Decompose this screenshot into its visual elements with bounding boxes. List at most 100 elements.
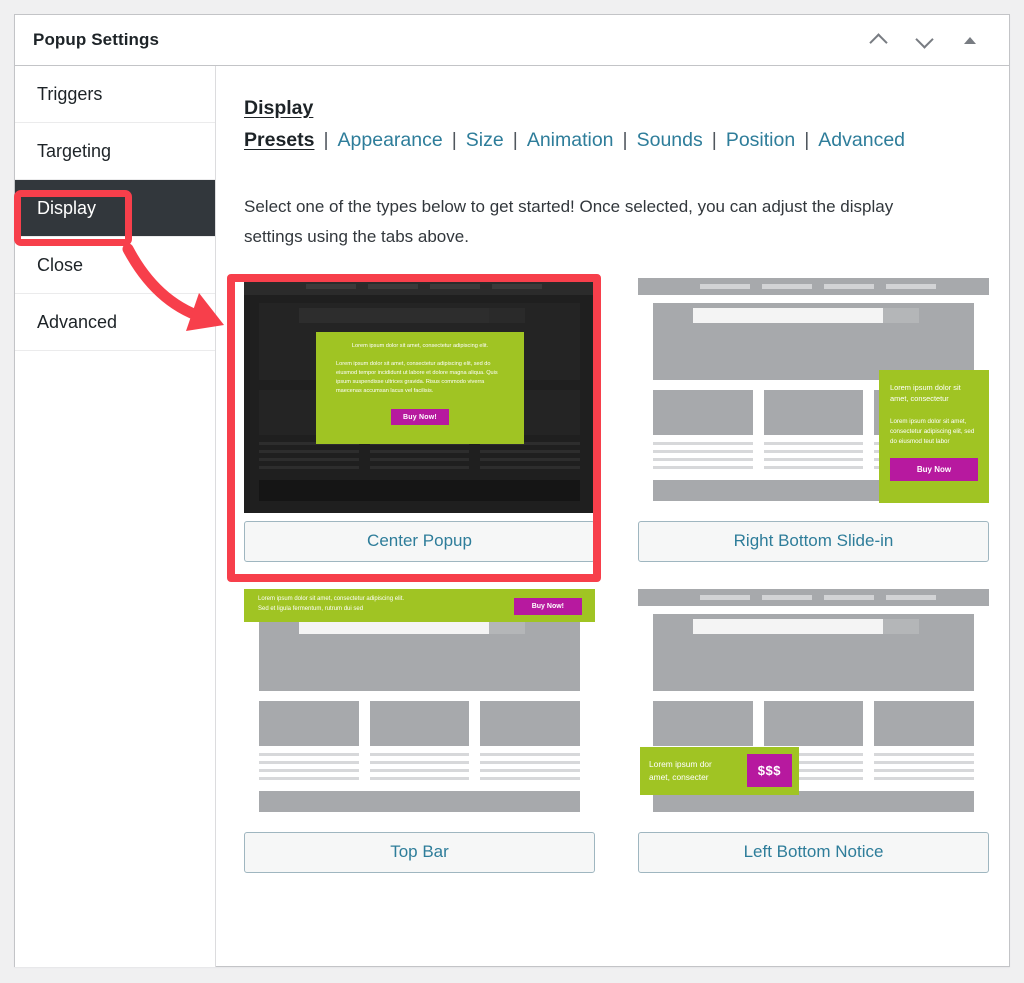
wireframe-column: [480, 700, 581, 785]
preset-preview-left-bottom-notice: Lorem ipsum dor amet, consecter $$$: [638, 588, 989, 824]
wireframe-nav-link: [700, 283, 750, 289]
wireframe-nav-link: [824, 594, 874, 600]
move-down-button[interactable]: [909, 25, 939, 55]
mock-popup-button-wrap: Buy Now!: [328, 406, 512, 426]
preset-left-bottom-notice[interactable]: Lorem ipsum dor amet, consecter $$$ Left…: [638, 588, 989, 873]
tab-separator: |: [451, 129, 457, 151]
panel-header: Popup Settings: [15, 15, 1009, 66]
wireframe-text-lines: [763, 441, 864, 469]
settings-sidebar: Triggers Targeting Display Close Advance…: [15, 66, 216, 967]
wireframe-text-lines: [480, 441, 581, 469]
wireframe-nav-link: [306, 283, 356, 289]
preset-center-popup[interactable]: Lorem ipsum dolor sit amet, consectetur …: [244, 277, 595, 562]
mock-popup-line-2: amet, consecter: [649, 771, 709, 782]
mock-buy-now-button: Buy Now!: [513, 598, 582, 615]
wireframe-nav-link: [700, 594, 750, 600]
sidebar-item-display[interactable]: Display: [15, 180, 215, 237]
preset-preview-right-bottom-slide-in: Lorem ipsum dolor sit amet, consectetur …: [638, 277, 989, 513]
wireframe-text-lines: [653, 441, 753, 469]
tab-size[interactable]: Size: [466, 129, 504, 151]
wireframe-search-field: [693, 307, 883, 323]
mock-popup-body: Lorem ipsum dolor sit amet, consectetur …: [890, 417, 975, 445]
wireframe-nav-link: [430, 283, 480, 289]
mock-popup-line-1: Lorem ipsum dor: [649, 759, 712, 770]
sidebar-item-targeting[interactable]: Targeting: [15, 123, 215, 180]
wireframe-page: [244, 588, 595, 824]
mock-popup-button-wrap: Buy Now!: [513, 595, 582, 615]
wireframe-nav-link: [824, 283, 874, 289]
mock-popup-heading: Lorem ipsum dolor sit amet, consectetur: [890, 382, 961, 403]
tab-advanced[interactable]: Advanced: [818, 129, 905, 151]
popup-settings-panel: Popup Settings Triggers Targeting Displa…: [14, 14, 1010, 967]
preset-preview-top-bar: Lorem ipsum dolor sit amet, consectetur …: [244, 588, 595, 824]
wireframe-image: [480, 700, 581, 746]
preset-top-bar[interactable]: Lorem ipsum dolor sit amet, consectetur …: [244, 588, 595, 873]
preset-label-center-popup[interactable]: Center Popup: [244, 520, 595, 562]
preset-label-left-bottom-notice[interactable]: Left Bottom Notice: [638, 831, 989, 873]
wireframe-search-field: [693, 618, 883, 634]
chevron-up-icon: [871, 33, 886, 48]
wireframe-navbar: [638, 277, 989, 295]
mock-popup-button-wrap: Buy Now: [890, 457, 978, 481]
wireframe-search-button: [883, 618, 919, 634]
wireframe-image: [259, 700, 359, 746]
wireframe-text-lines: [369, 752, 470, 780]
wireframe-image: [653, 700, 753, 746]
sidebar-item-triggers[interactable]: Triggers: [15, 66, 215, 123]
intro-text: Select one of the types below to get sta…: [244, 197, 894, 246]
sidebar-item-advanced[interactable]: Advanced: [15, 294, 215, 351]
tab-separator: |: [512, 129, 518, 151]
wireframe-search-button: [883, 307, 919, 323]
wireframe-column: [653, 389, 753, 474]
mock-center-popup: Lorem ipsum dolor sit amet, consectetur …: [316, 331, 524, 444]
preset-right-bottom-slide-in[interactable]: Lorem ipsum dolor sit amet, consectetur …: [638, 277, 989, 562]
tab-sounds[interactable]: Sounds: [637, 129, 703, 151]
wireframe-nav-link: [886, 594, 936, 600]
wireframe-nav-link: [762, 594, 812, 600]
sidebar-item-close[interactable]: Close: [15, 237, 215, 294]
page-title: Popup Settings: [33, 30, 160, 49]
tab-animation[interactable]: Animation: [527, 129, 614, 151]
wireframe-image: [763, 700, 864, 746]
mock-popup-button-wrap: $$$: [746, 754, 792, 787]
wireframe-text-lines: [480, 752, 581, 780]
mock-slide-in-popup: Lorem ipsum dolor sit amet, consectetur …: [879, 369, 989, 503]
toggle-panel-button[interactable]: [955, 25, 985, 55]
wireframe-text-lines: [259, 441, 359, 469]
wireframe-column: [763, 389, 864, 474]
wireframe-text-lines: [259, 752, 359, 780]
mock-popup-line-1: Lorem ipsum dolor sit amet, consectetur …: [258, 596, 405, 603]
wireframe-search-button: [489, 307, 525, 323]
wireframe-image: [874, 700, 975, 746]
settings-content: Display Presets | Appearance | Size | Animatio…: [216, 66, 1017, 967]
wireframe-text-lines: [874, 752, 975, 780]
triangle-up-icon: [964, 36, 976, 44]
mock-buy-now-button: Buy Now!: [391, 409, 449, 426]
tab-position[interactable]: Position: [726, 129, 795, 151]
mock-popup-body: Lorem ipsum dolor sit amet, consectetur …: [336, 361, 498, 395]
tab-separator: |: [804, 129, 810, 151]
tab-separator: |: [323, 129, 329, 151]
move-up-button[interactable]: [863, 25, 893, 55]
chevron-down-icon: [917, 33, 932, 48]
wireframe-nav-link: [368, 283, 418, 289]
preset-label-right-bottom-slide-in[interactable]: Right Bottom Slide-in: [638, 520, 989, 562]
mock-buy-now-button: Buy Now: [890, 457, 978, 481]
tab-appearance[interactable]: Appearance: [338, 129, 443, 151]
tab-display-presets[interactable]: Display Presets: [244, 97, 314, 151]
wireframe-columns: [259, 700, 581, 785]
mock-popup-text: Lorem ipsum dolor sit amet, consectetur …: [258, 595, 404, 614]
wireframe-navbar: [244, 277, 595, 295]
tab-separator: |: [711, 129, 717, 151]
sidebar-item-label: Targeting: [37, 140, 112, 161]
wireframe-nav-link: [886, 283, 936, 289]
wireframe-footer: [259, 479, 580, 501]
sidebar-item-label: Triggers: [37, 83, 103, 104]
wireframe-navbar: [638, 588, 989, 606]
wireframe-search-field: [299, 307, 489, 323]
preset-label-top-bar[interactable]: Top Bar: [244, 831, 595, 873]
wireframe-text-lines: [369, 441, 470, 469]
sidebar-item-label: Advanced: [37, 311, 118, 332]
wireframe-image: [369, 700, 470, 746]
mock-price-button: $$$: [746, 754, 792, 787]
